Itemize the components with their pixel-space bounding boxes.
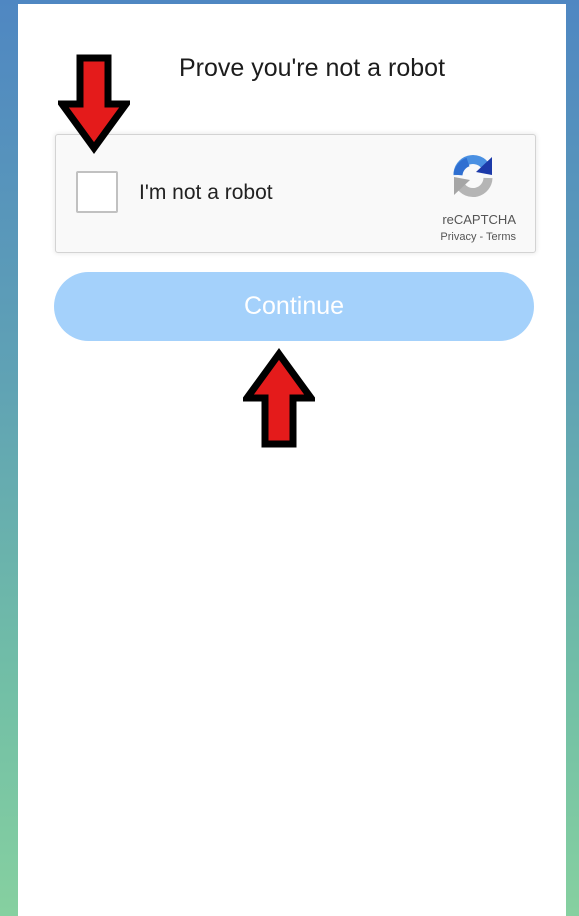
not-robot-checkbox[interactable]: [76, 171, 118, 213]
recaptcha-links: Privacy - Terms: [440, 231, 516, 243]
links-separator: -: [476, 231, 487, 243]
red-up-arrow-icon: [243, 348, 315, 448]
recaptcha-brand: reCAPTCHA: [442, 212, 516, 227]
privacy-link[interactable]: Privacy: [440, 231, 476, 243]
continue-button[interactable]: Continue: [54, 272, 534, 341]
red-down-arrow-icon: [58, 54, 130, 154]
checkbox-label: I'm not a robot: [139, 181, 273, 204]
recaptcha-logo-icon: [453, 154, 493, 198]
terms-link[interactable]: Terms: [486, 231, 516, 243]
